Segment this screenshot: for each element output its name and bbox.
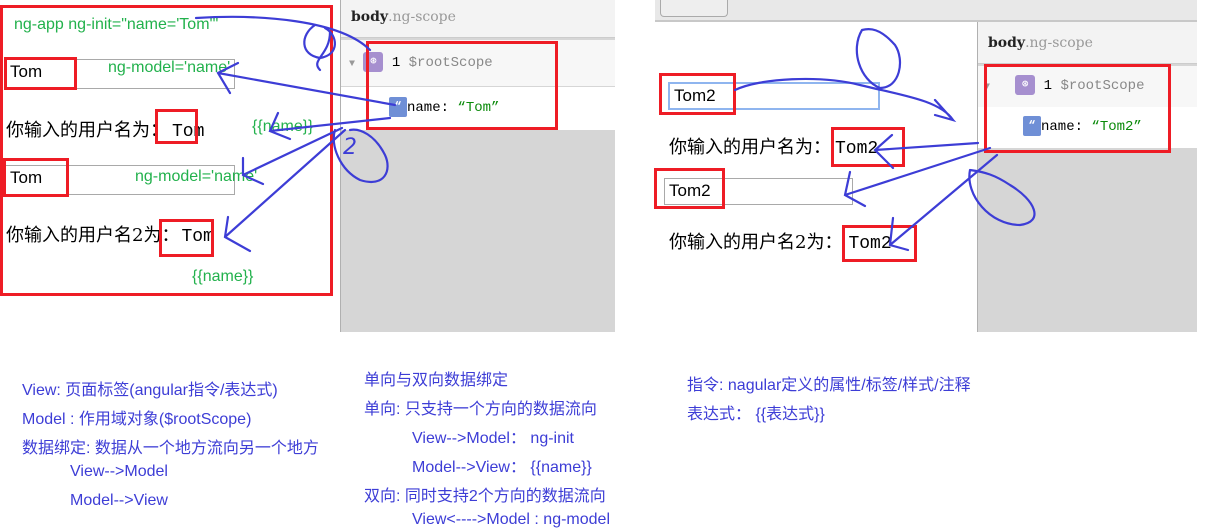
note-col3-line2: 表达式： {{表达式}} bbox=[687, 406, 825, 423]
highlight-input2-right bbox=[654, 168, 725, 209]
highlight-scope-right bbox=[984, 64, 1171, 153]
highlight-output2-right bbox=[842, 225, 917, 262]
note-col3-line1: 指令: nagular定义的属性/标签/样式/注释 bbox=[687, 377, 971, 394]
element-header[interactable]: body.ng-scope bbox=[341, 0, 615, 38]
note-col2-line1: 单向与双向数据绑定 bbox=[364, 372, 509, 389]
note-col2-line2: 单向: 只支持一个方向的数据流向 bbox=[364, 401, 597, 418]
highlight-input1 bbox=[4, 57, 77, 90]
highlight-output1 bbox=[155, 109, 198, 144]
highlight-input1-right bbox=[659, 73, 736, 115]
note-col1-line2: Model : 作用域对象($rootScope) bbox=[22, 411, 252, 428]
highlight-output2 bbox=[159, 219, 214, 257]
note-col2-line6: View<---->Model : ng-model bbox=[412, 511, 611, 528]
note-col2-line4: Model-->View： {{name}} bbox=[412, 459, 592, 476]
element-header-right[interactable]: body.ng-scope bbox=[978, 22, 1197, 64]
browser-toolbar bbox=[655, 0, 1197, 22]
expand-triangle-icon[interactable]: ▼ bbox=[349, 59, 355, 70]
note-col2-line5: 双向: 同时支持2个方向的数据流向 bbox=[364, 488, 606, 505]
note-col1-line1: View: 页面标签(angular指令/表达式) bbox=[22, 382, 278, 399]
note-col1-line3: 数据绑定: 数据从一个地方流向另一个地方 bbox=[22, 440, 319, 457]
step-2-marker-left: 2 bbox=[343, 135, 357, 160]
loop-1-right bbox=[855, 28, 902, 90]
note-col1-line4: View-->Model bbox=[70, 463, 168, 480]
note-col1-line5: Model-->View bbox=[70, 492, 168, 509]
highlight-scope-left bbox=[366, 41, 558, 130]
browser-tab[interactable] bbox=[660, 0, 728, 17]
highlight-input2 bbox=[3, 158, 69, 197]
highlight-output1-right bbox=[831, 127, 905, 167]
note-col2-line3: View-->Model： ng-init bbox=[412, 430, 574, 447]
